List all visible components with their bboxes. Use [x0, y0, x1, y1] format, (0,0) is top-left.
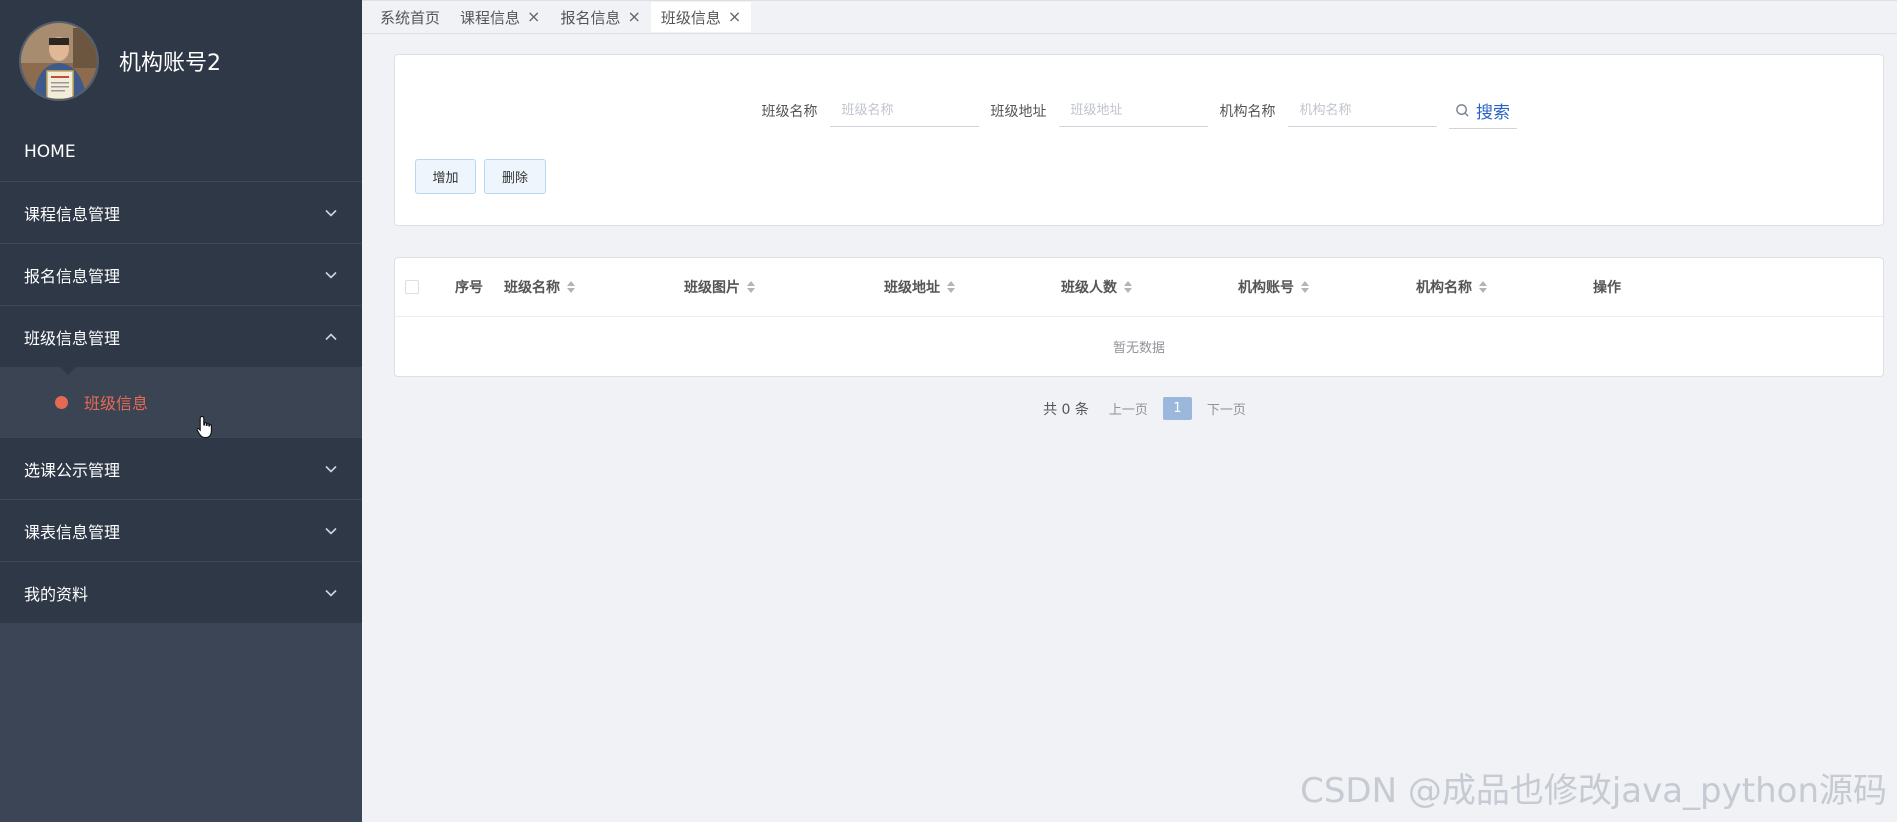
sort-icon[interactable] — [567, 281, 575, 293]
pagination: 共 0 条 上一页 1 下一页 — [362, 397, 1897, 420]
class-name-field: 班级名称 — [762, 95, 979, 127]
sort-icon[interactable] — [1479, 281, 1487, 293]
class-name-input[interactable] — [829, 95, 979, 127]
sidebar: 机构账号2 HOME 课程信息管理 报名信息管理 班级信息管理 班级信息 选课公… — [0, 0, 362, 822]
tab-course-info[interactable]: 课程信息 × — [450, 2, 550, 32]
watermark: CSDN @成品也修改java_python源码 — [1300, 771, 1887, 811]
data-table: 序号 班级名称 班级图片 班级地址 班级人数 机构账号 机构名称 操作 暂无数据 — [394, 257, 1884, 377]
column-header-class-image[interactable]: 班级图片 — [684, 277, 755, 297]
sidebar-item-course-selection[interactable]: 选课公示管理 — [0, 437, 362, 499]
class-address-input[interactable] — [1058, 95, 1208, 127]
column-header-org-account[interactable]: 机构账号 — [1238, 277, 1309, 297]
sort-icon[interactable] — [947, 281, 955, 293]
submenu-item-label: 班级信息 — [84, 394, 149, 413]
search-panel: 班级名称 班级地址 机构名称 搜索 增加 删除 — [394, 54, 1884, 226]
search-button[interactable]: 搜索 — [1448, 93, 1517, 129]
search-button-label: 搜索 — [1476, 103, 1510, 123]
main-content: 系统首页 课程信息 × 报名信息 × 班级信息 × 班级名称 班级地址 机 — [362, 0, 1897, 822]
sort-icon[interactable] — [747, 281, 755, 293]
tab-label: 系统首页 — [380, 8, 441, 27]
close-icon[interactable]: × — [627, 9, 640, 25]
close-icon[interactable]: × — [527, 9, 540, 25]
column-header-org-name[interactable]: 机构名称 — [1416, 277, 1487, 297]
column-header-label: 序号 — [455, 280, 483, 296]
sidebar-item-home[interactable]: HOME — [0, 122, 362, 181]
sort-icon[interactable] — [1124, 281, 1132, 293]
column-header-label: 班级名称 — [504, 280, 560, 296]
delete-button[interactable]: 删除 — [484, 159, 546, 194]
submenu-item-class-info[interactable]: 班级信息 — [0, 367, 362, 437]
column-header-class-size[interactable]: 班级人数 — [1061, 277, 1132, 297]
hand-cursor-icon — [196, 415, 212, 439]
org-name-input[interactable] — [1287, 95, 1437, 127]
tab-class-info[interactable]: 班级信息 × — [650, 2, 752, 32]
tab-bar: 系统首页 课程信息 × 报名信息 × 班级信息 × — [362, 0, 1897, 34]
tab-label: 报名信息 — [560, 8, 621, 27]
sidebar-item-label: 选课公示管理 — [24, 460, 121, 480]
column-header-label: 班级图片 — [684, 280, 740, 296]
search-form: 班级名称 班级地址 机构名称 搜索 — [395, 93, 1883, 129]
sidebar-item-label: 课表信息管理 — [24, 522, 121, 542]
sidebar-item-label: HOME — [24, 141, 76, 162]
column-header-label: 操作 — [1593, 280, 1621, 296]
column-header-label: 机构名称 — [1416, 280, 1472, 296]
chevron-down-icon — [324, 524, 338, 538]
column-header-label: 班级人数 — [1061, 280, 1117, 296]
pagination-total: 共 0 条 — [1043, 401, 1089, 418]
sidebar-item-label: 班级信息管理 — [24, 328, 121, 348]
profile-name: 机构账号2 — [119, 51, 221, 76]
sidebar-item-label: 我的资料 — [24, 584, 89, 604]
close-icon[interactable]: × — [728, 9, 741, 25]
column-header-class-name[interactable]: 班级名称 — [504, 277, 575, 297]
chevron-down-icon — [324, 268, 338, 282]
empty-table-text: 暂无数据 — [1112, 341, 1165, 356]
submenu-notch — [60, 367, 76, 375]
column-header-class-address[interactable]: 班级地址 — [884, 277, 955, 297]
sidebar-item-class-info[interactable]: 班级信息管理 — [0, 305, 362, 367]
column-header-index: 序号 — [455, 277, 483, 297]
profile-header: 机构账号2 — [0, 0, 362, 122]
tab-label: 课程信息 — [460, 8, 521, 27]
sidebar-item-enrollment-info[interactable]: 报名信息管理 — [0, 243, 362, 305]
sidebar-item-course-info[interactable]: 课程信息管理 — [0, 181, 362, 243]
search-icon — [1456, 104, 1469, 117]
sort-icon[interactable] — [1301, 281, 1309, 293]
next-page-button[interactable]: 下一页 — [1207, 399, 1246, 418]
action-buttons: 增加 删除 — [415, 159, 554, 194]
sidebar-item-label: 课程信息管理 — [24, 204, 121, 224]
chevron-down-icon — [324, 206, 338, 220]
column-header-label: 班级地址 — [884, 280, 940, 296]
class-address-field: 班级地址 — [991, 95, 1208, 127]
org-name-field: 机构名称 — [1220, 95, 1437, 127]
sidebar-item-label: 报名信息管理 — [24, 266, 121, 286]
column-header-actions: 操作 — [1593, 277, 1621, 297]
field-label: 机构名称 — [1219, 104, 1276, 120]
tab-enrollment-info[interactable]: 报名信息 × — [550, 2, 650, 32]
active-dot-icon — [55, 395, 68, 409]
avatar — [19, 21, 99, 101]
sidebar-item-schedule-info[interactable]: 课表信息管理 — [0, 499, 362, 561]
prev-page-button[interactable]: 上一页 — [1109, 399, 1148, 418]
field-label: 班级地址 — [990, 104, 1047, 120]
chevron-up-icon — [324, 330, 338, 344]
chevron-down-icon — [324, 586, 338, 600]
table-header: 序号 班级名称 班级图片 班级地址 班级人数 机构账号 机构名称 操作 — [395, 258, 1883, 317]
page-number-button[interactable]: 1 — [1162, 397, 1192, 420]
add-button[interactable]: 增加 — [415, 159, 476, 194]
field-label: 班级名称 — [761, 104, 818, 120]
sidebar-item-my-profile[interactable]: 我的资料 — [0, 561, 362, 623]
tab-label: 班级信息 — [660, 8, 721, 27]
select-all-checkbox[interactable] — [405, 280, 419, 294]
tab-home[interactable]: 系统首页 — [370, 2, 450, 32]
chevron-down-icon — [324, 462, 338, 476]
column-header-label: 机构账号 — [1238, 280, 1294, 296]
